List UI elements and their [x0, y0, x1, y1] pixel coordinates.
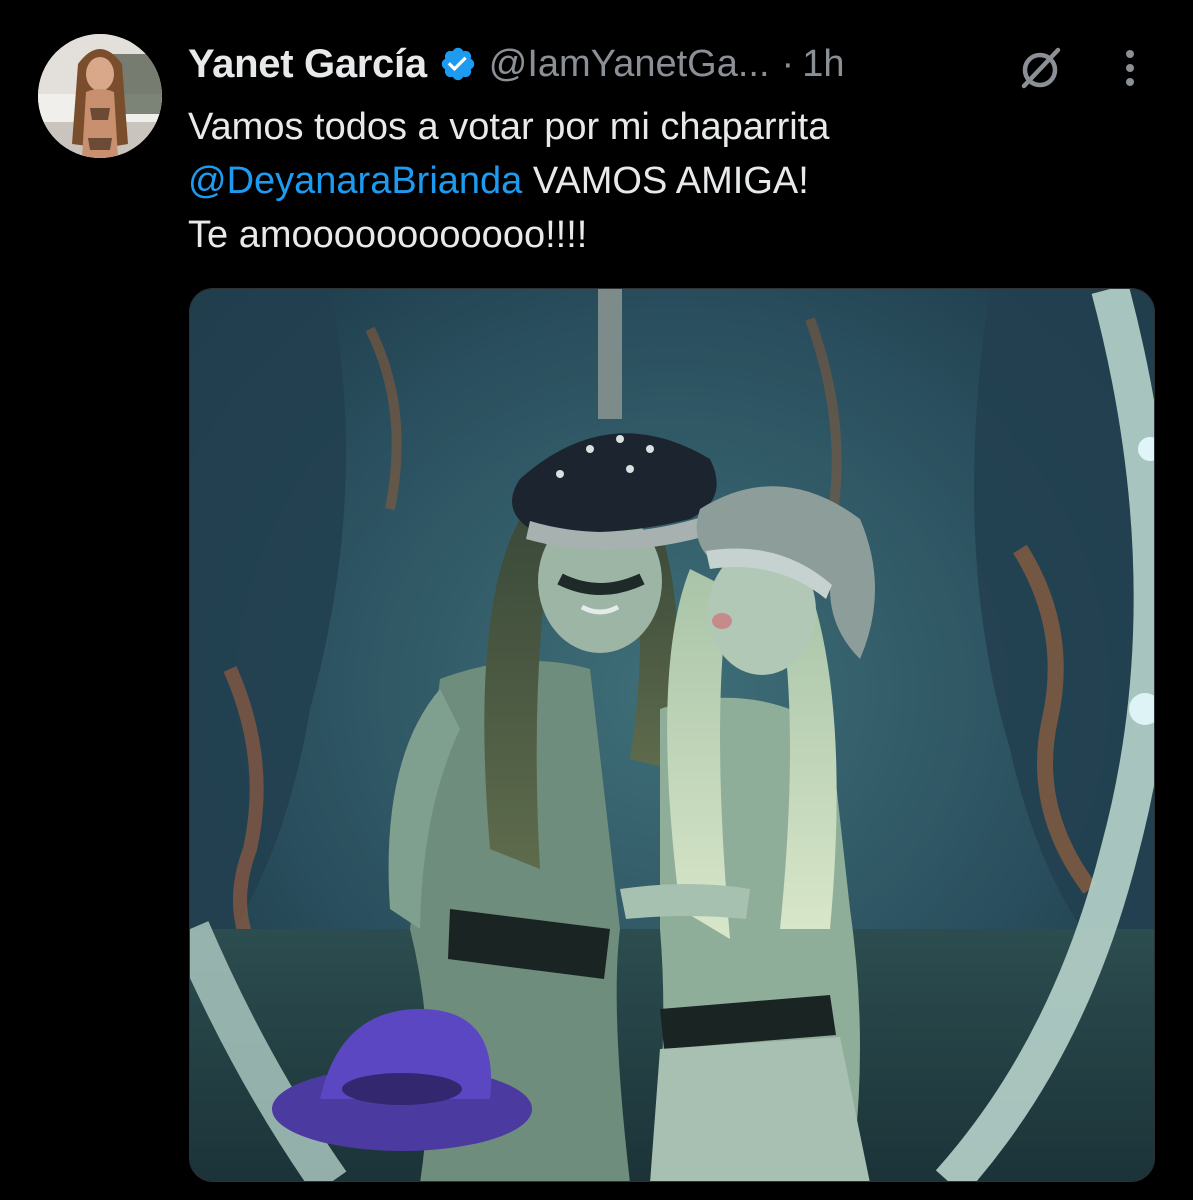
tweet-text-line-1: Vamos todos a votar por mi chaparrita	[188, 106, 830, 148]
tweet-header: Yanet García @IamYanetGa... · 1h	[188, 36, 1148, 92]
grok-button[interactable]	[1012, 40, 1068, 96]
author-handle[interactable]: @IamYanetGa...	[489, 43, 770, 86]
author-display-name[interactable]: Yanet García	[188, 42, 427, 87]
more-options-button[interactable]	[1108, 40, 1152, 96]
tweet-text-line-2: @DeyanaraBrianda VAMOS AMIGA!	[188, 154, 1148, 208]
avatar-photo-icon	[38, 34, 162, 158]
mention-link[interactable]: @DeyanaraBrianda	[188, 160, 522, 202]
photo-two-women-in-captain-hats	[190, 289, 1154, 1181]
tweet-media-photo[interactable]	[189, 288, 1155, 1182]
grok-icon	[1021, 47, 1061, 89]
verified-badge-icon	[439, 45, 477, 83]
more-vertical-icon	[1126, 50, 1134, 86]
tweet[interactable]: Yanet García @IamYanetGa... · 1h Vamos t…	[0, 0, 1193, 1200]
tweet-text-line-3: Te amoooooooooooo!!!!	[188, 214, 588, 256]
author-avatar[interactable]	[38, 34, 162, 158]
separator-dot: ·	[781, 42, 795, 85]
tweet-text: Vamos todos a votar por mi chaparrita @D…	[188, 100, 1148, 262]
tweet-text-line-2-rest: VAMOS AMIGA!	[522, 160, 809, 202]
tweet-timestamp[interactable]: 1h	[802, 43, 844, 86]
